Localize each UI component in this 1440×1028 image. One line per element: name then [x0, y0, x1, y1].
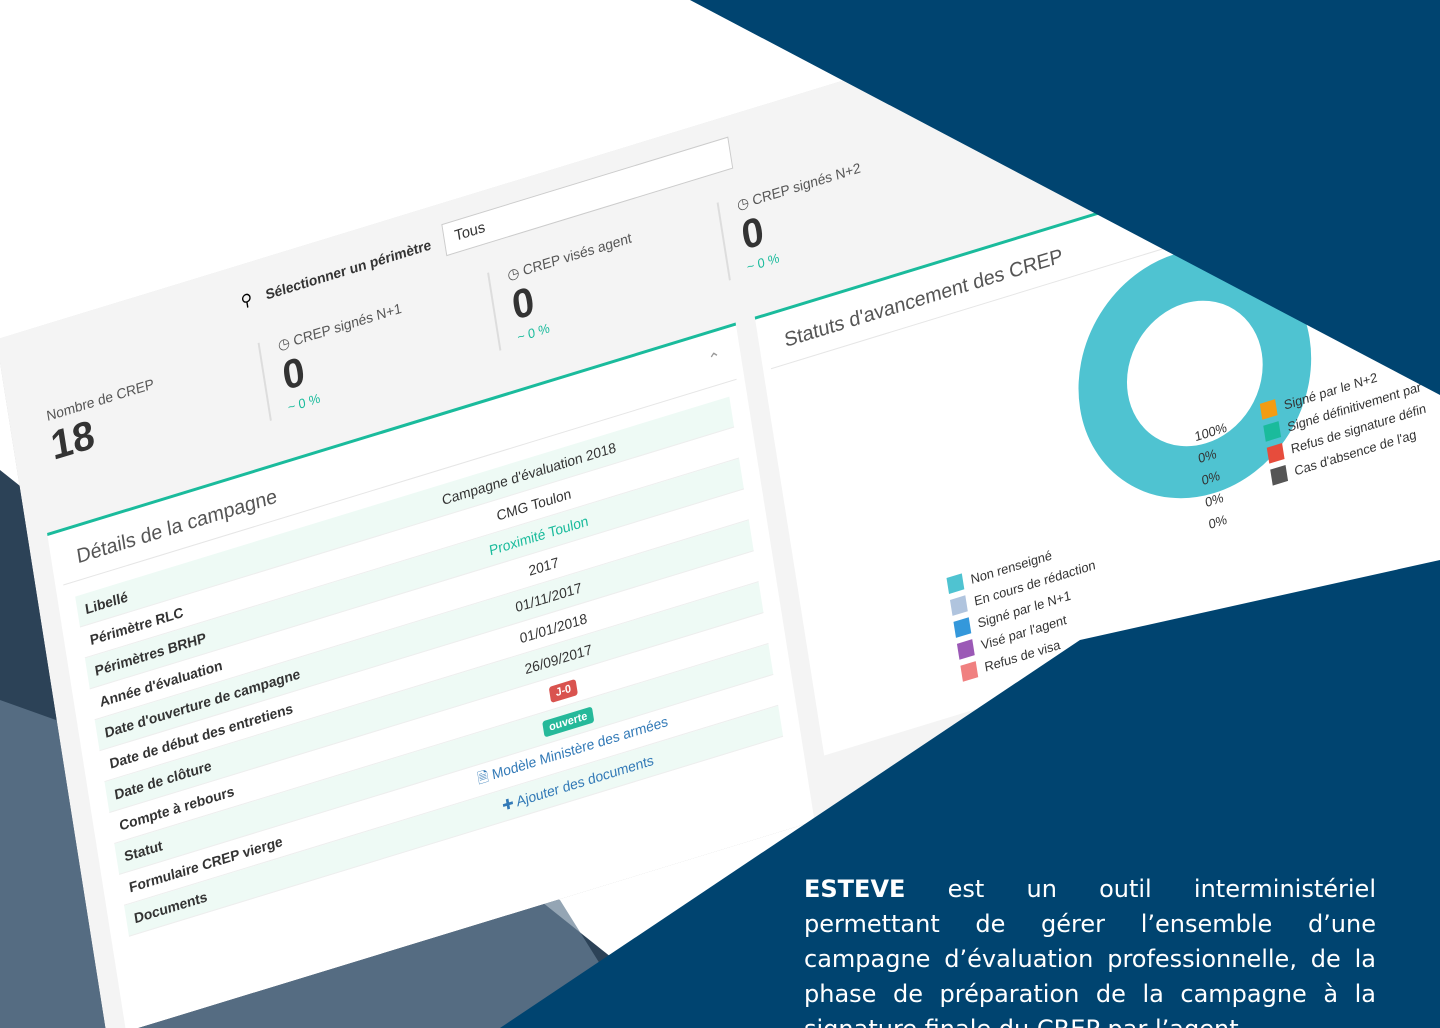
kpi-nombre-crep: Nombre de CREP 18 — [28, 343, 270, 491]
campaign-details-table: Libellé Campagne d'évaluation 2018 Périm… — [75, 397, 783, 937]
share-icon: ⚲ — [239, 290, 254, 312]
brand-name: ESTEVE — [804, 875, 906, 903]
legend-swatch — [1260, 399, 1278, 420]
countdown-badge: J-0 — [549, 679, 578, 703]
product-description: ESTEVE est un outil interministériel per… — [804, 872, 1376, 1028]
legend-swatch — [1263, 421, 1281, 442]
filter-label: Sélectionner un périmètre — [264, 236, 433, 303]
kpi-crep-signes-n2: ◷ CREP signés N+2 0 ~ 0 % — [717, 133, 959, 281]
legend-swatch — [947, 573, 965, 594]
legend-swatch — [1270, 465, 1288, 486]
legend-swatch — [957, 639, 975, 660]
legend-swatch — [953, 617, 971, 638]
legend-swatch — [960, 661, 978, 682]
legend-swatch — [950, 595, 968, 616]
legend-swatch — [1267, 443, 1285, 464]
